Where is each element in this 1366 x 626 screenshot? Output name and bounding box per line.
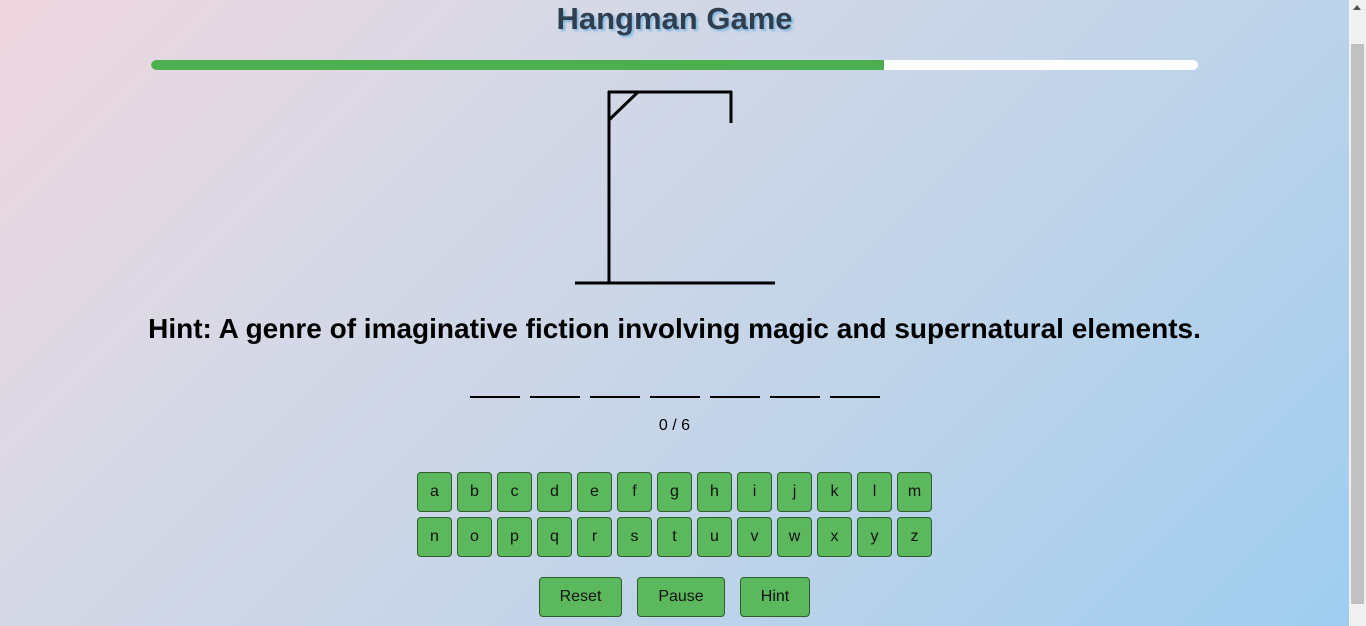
letter-key-y[interactable]: y (857, 517, 892, 557)
letter-key-r[interactable]: r (577, 517, 612, 557)
letter-slot (589, 380, 640, 398)
letter-key-o[interactable]: o (457, 517, 492, 557)
letter-key-i[interactable]: i (737, 472, 772, 512)
letter-slot (469, 380, 520, 398)
letter-key-l[interactable]: l (857, 472, 892, 512)
letter-key-k[interactable]: k (817, 472, 852, 512)
letter-key-e[interactable]: e (577, 472, 612, 512)
letter-key-w[interactable]: w (777, 517, 812, 557)
scroll-up-arrow-icon[interactable] (1353, 5, 1361, 10)
letter-key-v[interactable]: v (737, 517, 772, 557)
letter-key-s[interactable]: s (617, 517, 652, 557)
page-title: Hangman Game (556, 1, 793, 36)
game-page: Hangman Game Hint: A genre of imaginativ… (0, 0, 1349, 626)
letter-key-a[interactable]: a (417, 472, 452, 512)
letter-keyboard: abcdefghijklm nopqrstuvwxyz (0, 472, 1349, 562)
hint-text: Hint: A genre of imaginative fiction inv… (148, 313, 1201, 344)
word-slots (0, 380, 1349, 398)
wrong-guess-counter: 0 / 6 (658, 417, 691, 434)
progress-bar (151, 60, 1198, 70)
gallows-drawing (575, 90, 775, 285)
letter-key-p[interactable]: p (497, 517, 532, 557)
letter-key-c[interactable]: c (497, 472, 532, 512)
letter-key-q[interactable]: q (537, 517, 572, 557)
letter-key-g[interactable]: g (657, 472, 692, 512)
letter-slot (649, 380, 700, 398)
letter-key-m[interactable]: m (897, 472, 932, 512)
letter-key-t[interactable]: t (657, 517, 692, 557)
hint-button[interactable]: Hint (740, 577, 810, 617)
progress-bar-fill (151, 60, 884, 70)
letter-slot (829, 380, 880, 398)
gallows-brace (607, 90, 640, 122)
reset-button[interactable]: Reset (539, 577, 622, 617)
pause-button[interactable]: Pause (637, 577, 725, 617)
letter-key-j[interactable]: j (777, 472, 812, 512)
letter-slot (709, 380, 760, 398)
letter-slot (529, 380, 580, 398)
letter-key-d[interactable]: d (537, 472, 572, 512)
letter-key-u[interactable]: u (697, 517, 732, 557)
keyboard-row-1: abcdefghijklm (0, 472, 1349, 512)
keyboard-row-2: nopqrstuvwxyz (0, 517, 1349, 557)
letter-key-f[interactable]: f (617, 472, 652, 512)
scrollbar-thumb[interactable] (1351, 44, 1364, 604)
vertical-scrollbar[interactable] (1349, 0, 1366, 626)
letter-key-n[interactable]: n (417, 517, 452, 557)
letter-key-z[interactable]: z (897, 517, 932, 557)
letter-key-x[interactable]: x (817, 517, 852, 557)
letter-key-b[interactable]: b (457, 472, 492, 512)
control-buttons: Reset Pause Hint (0, 577, 1349, 617)
letter-key-h[interactable]: h (697, 472, 732, 512)
letter-slot (769, 380, 820, 398)
